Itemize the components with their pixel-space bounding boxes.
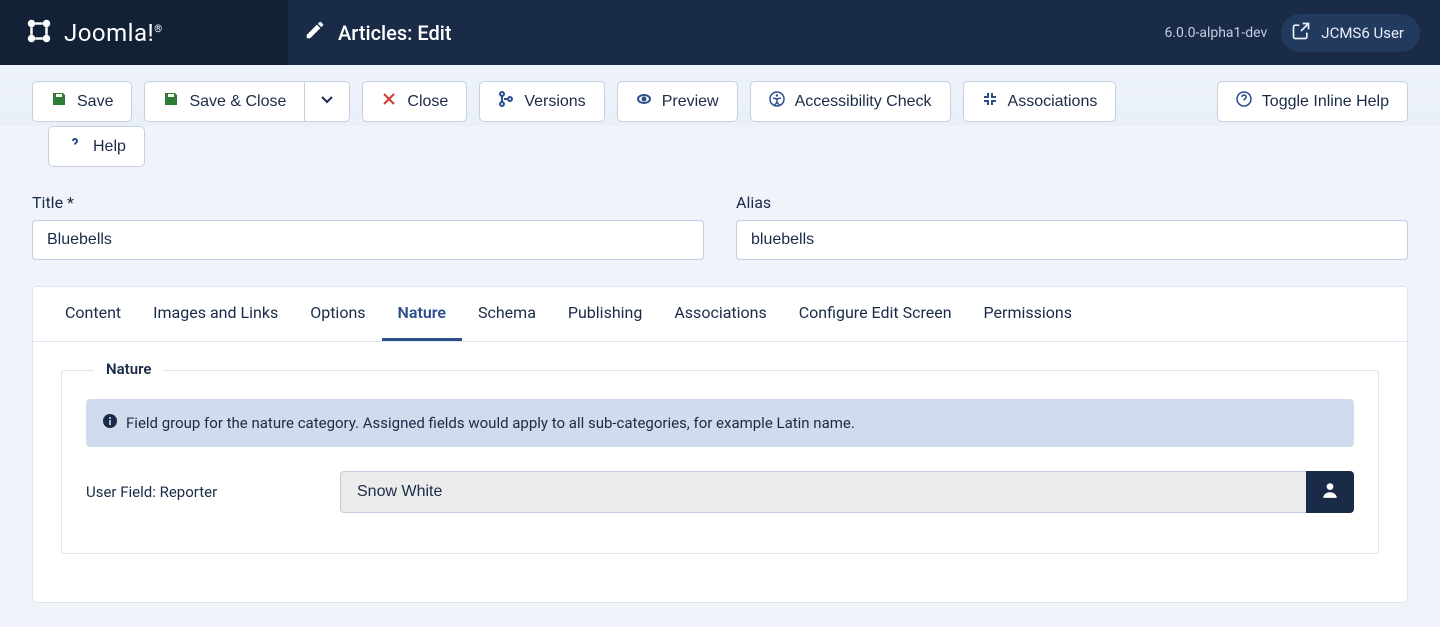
tab-nature[interactable]: Nature [382,287,462,341]
tab-associations[interactable]: Associations [658,287,782,341]
tab-configure-edit[interactable]: Configure Edit Screen [783,287,968,341]
branch-icon [498,91,514,112]
help-button[interactable]: Help [48,126,145,167]
contract-icon [982,91,998,112]
user-icon [1321,481,1339,503]
brand-name: Joomla!® [64,19,163,47]
toggle-inline-help-button[interactable]: Toggle Inline Help [1217,81,1408,122]
external-link-icon [1291,21,1311,45]
user-name: JCMS6 User [1321,24,1404,42]
question-icon [67,136,83,157]
question-circle-icon [1236,91,1252,112]
nature-fieldset: Nature Field group for the nature catego… [61,370,1379,554]
joomla-logo-icon [24,16,54,50]
close-button[interactable]: Close [362,81,467,122]
version-badge: 6.0.0-alpha1-dev [1159,25,1267,41]
title-label: Title * [32,193,704,212]
close-icon [381,91,397,112]
associations-button[interactable]: Associations [963,81,1117,122]
versions-button[interactable]: Versions [479,81,604,122]
brand-home[interactable]: Joomla!® [0,0,288,65]
tab-content[interactable]: Content [49,287,137,341]
tab-images-links[interactable]: Images and Links [137,287,294,341]
title-input[interactable] [32,220,704,260]
save-icon [51,91,67,112]
field-group-info-alert: Field group for the nature category. Ass… [86,399,1354,447]
save-close-dropdown[interactable] [305,81,350,122]
tab-publishing[interactable]: Publishing [552,287,658,341]
accessibility-button[interactable]: Accessibility Check [750,81,951,122]
pencil-icon [304,19,326,46]
tab-schema[interactable]: Schema [462,287,552,341]
accessibility-icon [769,91,785,112]
preview-button[interactable]: Preview [617,81,738,122]
alias-label: Alias [736,193,1408,212]
chevron-down-icon [319,91,335,112]
save-close-group: Save & Close [144,81,350,122]
user-menu[interactable]: JCMS6 User [1281,14,1420,52]
save-icon [163,91,179,112]
edit-tabs: Content Images and Links Options Nature … [33,287,1407,342]
fieldset-legend: Nature [94,360,163,378]
save-button[interactable]: Save [32,81,132,122]
info-circle-icon [102,413,118,433]
reporter-input[interactable] [340,471,1306,513]
alias-input[interactable] [736,220,1408,260]
select-user-button[interactable] [1306,471,1354,513]
reporter-field-label: User Field: Reporter [86,483,316,501]
tab-permissions[interactable]: Permissions [968,287,1088,341]
tab-options[interactable]: Options [294,287,381,341]
title-alias-row: Title * Alias [32,193,1408,260]
eye-icon [636,91,652,112]
page-title: Articles: Edit [288,19,1159,46]
save-close-button[interactable]: Save & Close [144,81,305,122]
